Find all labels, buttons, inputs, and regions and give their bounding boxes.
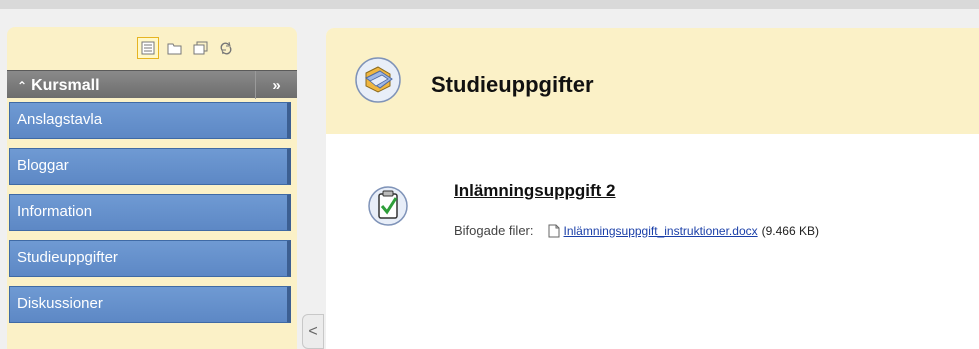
top-strip [0, 0, 979, 9]
list-view-icon[interactable] [137, 37, 159, 59]
page-title: Studieuppgifter [431, 72, 594, 97]
nav-item-diskussioner[interactable]: Diskussioner [9, 286, 291, 323]
nav-item-anslagstavla[interactable]: Anslagstavla [9, 102, 291, 139]
attachment-file-size: (9.466 KB) [761, 223, 819, 238]
assignment-clipboard-icon [368, 182, 408, 228]
collapse-sidebar-button[interactable]: < [302, 314, 324, 349]
course-menu: ⌃ Kursmall » Anslagstavla Bloggar Inform… [7, 27, 297, 349]
assignments-folder-icon [354, 56, 402, 104]
refresh-icon[interactable] [215, 37, 237, 59]
menu-view-toolbar [7, 27, 297, 70]
nav-item-bloggar[interactable]: Bloggar [9, 148, 291, 185]
attachment-file-link[interactable]: Inlämningsuppgift_instruktioner.docx [548, 224, 758, 238]
nav-item-studieuppgifter[interactable]: Studieuppgifter [9, 240, 291, 277]
course-header[interactable]: ⌃ Kursmall » [7, 70, 297, 99]
double-chevron-up-icon: ⌃ [17, 79, 28, 93]
assignment-title-link[interactable]: Inlämningsuppgift 2 [454, 181, 616, 201]
nav-item-information[interactable]: Information [9, 194, 291, 231]
attachment-file-name: Inlämningsuppgift_instruktioner.docx [563, 223, 758, 238]
course-menu-expand-button[interactable]: » [255, 71, 297, 99]
document-icon [548, 224, 559, 237]
folder-view-icon[interactable] [163, 37, 185, 59]
course-nav-list: Anslagstavla Bloggar Information Studieu… [7, 102, 297, 332]
window-view-icon[interactable] [189, 37, 211, 59]
course-title: ⌃ Kursmall [17, 77, 100, 94]
main-content: Studieuppgifter Inlämningsuppgift 2 Bifo… [326, 28, 979, 349]
content-header: Studieuppgifter [326, 28, 979, 134]
attachments-row: Bifogade filer: Inlämningsuppgift_instru… [454, 223, 819, 238]
attachments-label: Bifogade filer: [454, 223, 534, 238]
